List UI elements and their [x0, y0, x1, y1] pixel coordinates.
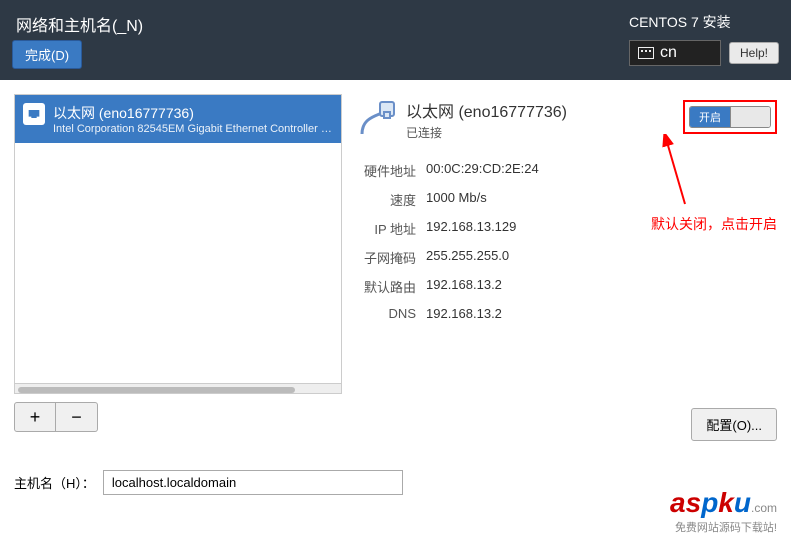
- hw-label: 硬件地址: [356, 161, 416, 180]
- keyboard-icon: [638, 47, 654, 59]
- horizontal-scrollbar[interactable]: [15, 383, 341, 394]
- remove-nic-button[interactable]: −: [56, 402, 98, 432]
- toggle-knob: [730, 107, 770, 127]
- nic-desc: Intel Corporation 82545EM Gigabit Ethern…: [53, 123, 333, 135]
- header-bar: 网络和主机名(_N) 完成(D) CENTOS 7 安装 cn Help!: [0, 0, 791, 80]
- toggle-on-label: 开启: [690, 107, 730, 127]
- nic-list[interactable]: 以太网 (eno16777736) Intel Corporation 8254…: [14, 94, 342, 394]
- watermark-logo: aspku.com: [670, 487, 777, 519]
- nic-list-column: 以太网 (eno16777736) Intel Corporation 8254…: [14, 94, 342, 432]
- nic-list-item[interactable]: 以太网 (eno16777736) Intel Corporation 8254…: [15, 95, 341, 143]
- ethernet-icon: [23, 103, 45, 125]
- route-value: 192.168.13.2: [426, 277, 502, 296]
- mask-label: 子网掩码: [356, 248, 416, 267]
- mask-value: 255.255.255.0: [426, 248, 509, 267]
- done-button[interactable]: 完成(D): [12, 40, 82, 69]
- annotation-highlight: 开启: [683, 100, 777, 134]
- main-content: 以太网 (eno16777736) Intel Corporation 8254…: [0, 80, 791, 446]
- hostname-input[interactable]: [103, 470, 403, 495]
- configure-button[interactable]: 配置(O)...: [691, 408, 777, 441]
- hw-value: 00:0C:29:CD:2E:24: [426, 161, 539, 180]
- ip-label: IP 地址: [356, 219, 416, 238]
- ethernet-plug-icon: [356, 98, 396, 140]
- lang-code: cn: [660, 44, 677, 62]
- header-right: CENTOS 7 安装 cn Help!: [629, 12, 779, 66]
- keyboard-layout-selector[interactable]: cn: [629, 40, 721, 66]
- ip-value: 192.168.13.129: [426, 219, 516, 238]
- detail-status: 已连接: [406, 124, 567, 141]
- nic-detail-column: 以太网 (eno16777736) 已连接 开启 默认关闭，点击开启 硬件地址 0…: [356, 94, 777, 432]
- add-nic-button[interactable]: +: [14, 402, 56, 432]
- watermark-subtitle: 免费网站源码下载站!: [670, 519, 777, 535]
- connection-toggle[interactable]: 开启: [689, 106, 771, 128]
- dns-value: 192.168.13.2: [426, 306, 502, 321]
- install-label: CENTOS 7 安装: [629, 12, 779, 32]
- hostname-label: 主机名（H）：: [14, 473, 95, 492]
- info-table: 硬件地址 00:0C:29:CD:2E:24 速度 1000 Mb/s IP 地址 1…: [356, 161, 777, 321]
- speed-value: 1000 Mb/s: [426, 190, 487, 209]
- annotation-text: 默认关闭，点击开启: [651, 214, 777, 234]
- help-button[interactable]: Help!: [729, 42, 779, 64]
- route-label: 默认路由: [356, 277, 416, 296]
- hostname-row: 主机名（H）：: [14, 470, 403, 495]
- nic-name: 以太网 (eno16777736): [53, 103, 333, 123]
- watermark: aspku.com 免费网站源码下载站!: [670, 487, 777, 535]
- dns-label: DNS: [356, 306, 416, 321]
- detail-title: 以太网 (eno16777736): [406, 98, 567, 122]
- speed-label: 速度: [356, 190, 416, 209]
